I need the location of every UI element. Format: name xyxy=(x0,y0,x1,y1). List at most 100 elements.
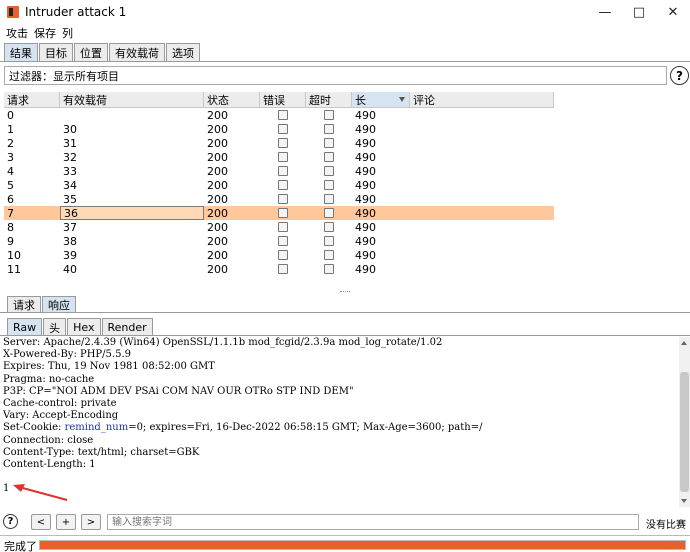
cell-comment xyxy=(410,234,554,248)
checkbox xyxy=(324,124,334,134)
table-row[interactable]: 4 33 200 490 xyxy=(4,164,554,178)
menu-attack[interactable]: 攻击 xyxy=(6,25,28,41)
table-row[interactable]: 0 200 490 xyxy=(4,108,554,122)
cell-request: 2 xyxy=(7,136,14,150)
cell-error-checkbox xyxy=(260,150,306,164)
cell-payload: 33 xyxy=(63,164,77,178)
column-header-timeout[interactable]: 超时 xyxy=(306,92,352,108)
menu-columns[interactable]: 列 xyxy=(62,25,73,41)
cell-status: 200 xyxy=(207,234,228,248)
table-row[interactable]: 1 30 200 490 xyxy=(4,122,554,136)
help-icon[interactable]: ? xyxy=(670,66,689,85)
cell-payload: 34 xyxy=(63,178,77,192)
tab-target[interactable]: 目标 xyxy=(39,43,73,62)
progress-bar xyxy=(39,540,686,550)
response-scrollbar[interactable] xyxy=(679,337,690,507)
filter-bar[interactable]: 过滤器：显示所有项目 xyxy=(4,66,667,85)
tab-request[interactable]: 请求 xyxy=(7,296,41,313)
match-count: 没有比赛 xyxy=(646,520,686,531)
checkbox xyxy=(324,152,334,162)
table-row[interactable]: 7 36 200 490 xyxy=(4,206,554,220)
cell-error-checkbox xyxy=(260,122,306,136)
column-header-request[interactable]: 请求 xyxy=(4,92,60,108)
column-header-comment[interactable]: 评论 xyxy=(410,92,554,108)
cell-payload xyxy=(60,108,204,122)
search-add-button[interactable]: + xyxy=(56,514,76,530)
checkbox xyxy=(324,236,334,246)
scroll-up-icon[interactable] xyxy=(681,341,687,345)
checkbox xyxy=(278,194,288,204)
status-bar: 完成了 xyxy=(0,535,690,552)
cell-timeout-checkbox xyxy=(306,178,352,192)
table-row[interactable]: 3 32 200 490 xyxy=(4,150,554,164)
scroll-down-icon[interactable] xyxy=(681,499,687,503)
tab-response[interactable]: 响应 xyxy=(42,296,76,313)
cell-payload: 35 xyxy=(63,192,77,206)
cell-length: 490 xyxy=(355,192,376,206)
cell-comment xyxy=(410,206,554,220)
cell-timeout-checkbox xyxy=(306,164,352,178)
tab-render[interactable]: Render xyxy=(101,318,153,336)
cell-length: 490 xyxy=(355,206,376,220)
checkbox xyxy=(278,208,288,218)
cell-payload: 38 xyxy=(63,234,77,248)
cell-request: 8 xyxy=(7,220,14,234)
cell-timeout-checkbox xyxy=(306,220,352,234)
checkbox xyxy=(324,208,334,218)
cell-request: 1 xyxy=(7,122,14,136)
cell-request: 9 xyxy=(7,234,14,248)
tab-headers[interactable]: 头 xyxy=(43,318,67,336)
checkbox xyxy=(278,124,288,134)
response-line: X-Powered-By: PHP/5.5.9 xyxy=(3,349,131,361)
response-editor[interactable]: Server: Apache/2.4.39 (Win64) OpenSSL/1.… xyxy=(0,337,678,507)
tab-payloads[interactable]: 有效载荷 xyxy=(109,43,165,62)
checkbox xyxy=(278,180,288,190)
cell-request: 3 xyxy=(7,150,14,164)
column-header-error[interactable]: 错误 xyxy=(260,92,306,108)
tab-raw[interactable]: Raw xyxy=(7,318,43,336)
tab-results[interactable]: 结果 xyxy=(4,43,38,62)
checkbox xyxy=(278,250,288,260)
menu-save[interactable]: 保存 xyxy=(34,25,56,41)
close-icon[interactable]: ✕ xyxy=(656,0,690,24)
search-input[interactable] xyxy=(107,514,639,530)
column-header-status[interactable]: 状态 xyxy=(204,92,260,108)
title-bar: Intruder attack 1 — □ ✕ xyxy=(0,0,690,24)
cell-timeout-checkbox xyxy=(306,136,352,150)
table-row[interactable]: 2 31 200 490 xyxy=(4,136,554,150)
table-row[interactable]: 11 40 200 490 xyxy=(4,262,554,276)
cell-status: 200 xyxy=(207,220,228,234)
cell-length: 490 xyxy=(355,108,376,122)
cell-timeout-checkbox xyxy=(306,108,352,122)
table-row[interactable]: 6 35 200 490 xyxy=(4,192,554,206)
minimize-icon[interactable]: — xyxy=(588,0,622,24)
cell-status: 200 xyxy=(207,206,228,220)
response-line: Pragma: no-cache xyxy=(3,373,95,385)
search-next-button[interactable]: > xyxy=(81,514,101,530)
cell-comment xyxy=(410,248,554,262)
maximize-icon[interactable]: □ xyxy=(622,0,656,24)
tab-options[interactable]: 选项 xyxy=(166,43,200,62)
tab-positions[interactable]: 位置 xyxy=(74,43,108,62)
checkbox xyxy=(324,222,334,232)
splitter-handle[interactable] xyxy=(340,291,350,293)
table-row[interactable]: 10 39 200 490 xyxy=(4,248,554,262)
table-row[interactable]: 9 38 200 490 xyxy=(4,234,554,248)
column-header-payload[interactable]: 有效载荷 xyxy=(60,92,204,108)
table-row[interactable]: 8 37 200 490 xyxy=(4,220,554,234)
cell-length: 490 xyxy=(355,122,376,136)
response-line: Server: Apache/2.4.39 (Win64) OpenSSL/1.… xyxy=(3,337,443,348)
search-prev-button[interactable]: < xyxy=(31,514,51,530)
checkbox xyxy=(278,138,288,148)
menu-bar: 攻击 保存 列 xyxy=(0,24,690,41)
scroll-thumb[interactable] xyxy=(680,372,689,492)
cell-payload: 40 xyxy=(63,262,77,276)
sort-desc-icon xyxy=(399,97,405,102)
tab-hex[interactable]: Hex xyxy=(67,318,101,336)
cell-error-checkbox xyxy=(260,220,306,234)
table-row[interactable]: 5 34 200 490 xyxy=(4,178,554,192)
search-help-icon[interactable]: ? xyxy=(3,514,18,529)
column-header-length[interactable]: 长 xyxy=(352,92,410,108)
cell-comment xyxy=(410,122,554,136)
response-line: P3P: CP="NOI ADM DEV PSAi COM NAV OUR OT… xyxy=(3,385,354,397)
